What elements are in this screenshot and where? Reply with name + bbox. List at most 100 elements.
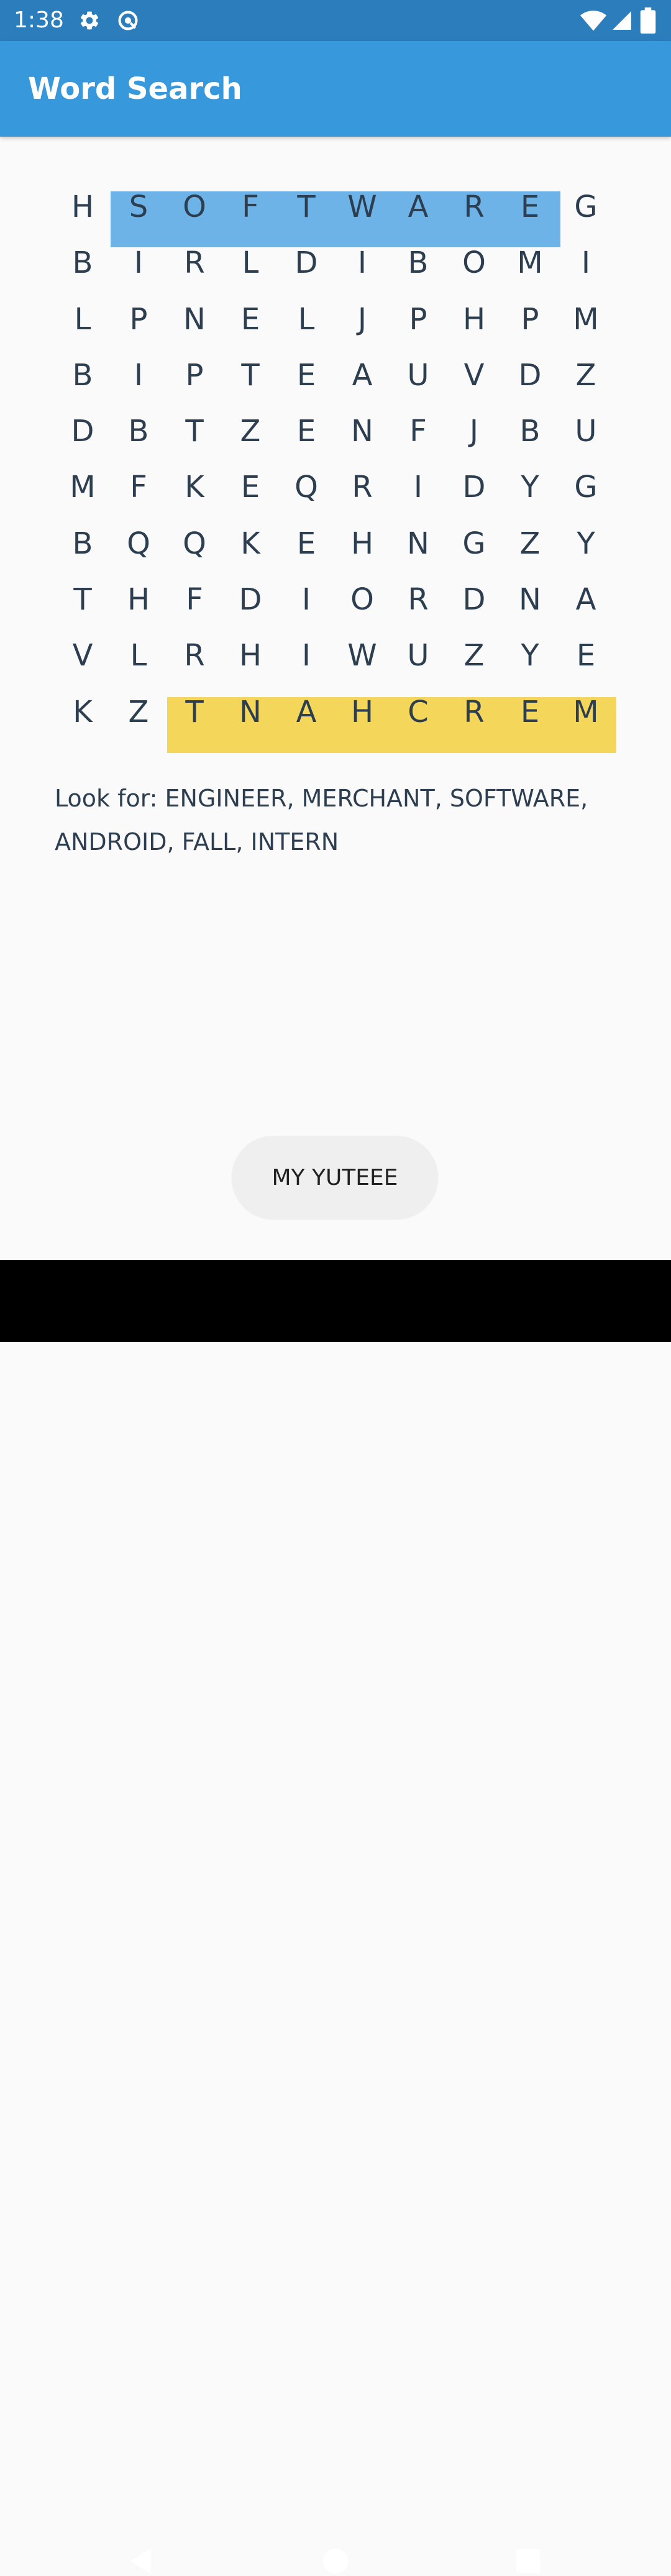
grid-cell[interactable]: T [222,347,278,403]
grid-cell[interactable]: Y [558,516,614,572]
grid-cell[interactable]: R [334,459,390,515]
grid-cell[interactable]: D [446,459,502,515]
grid-cell[interactable]: A [278,684,334,740]
grid-cell[interactable]: B [55,516,111,572]
grid-cell[interactable]: F [167,572,222,628]
grid-cell[interactable]: I [334,235,390,291]
grid-cell[interactable]: E [222,459,278,515]
grid-cell[interactable]: D [222,572,278,628]
grid-cell[interactable]: B [390,235,446,291]
grid-cell[interactable]: B [502,403,558,459]
grid-cell[interactable]: M [55,459,111,515]
grid-cell[interactable]: H [446,291,502,347]
grid-cell[interactable]: Z [222,403,278,459]
grid-cell[interactable]: Y [502,459,558,515]
grid-cell[interactable]: I [278,572,334,628]
grid-cell[interactable]: H [55,179,111,235]
grid-cell[interactable]: N [334,403,390,459]
grid-cell[interactable]: F [111,459,167,515]
grid-cell[interactable]: D [55,403,111,459]
grid-cell[interactable]: H [111,572,167,628]
home-icon[interactable] [322,2547,349,2575]
grid-cell[interactable]: U [390,347,446,403]
grid-cell[interactable]: Q [167,516,222,572]
grid-cell[interactable]: H [334,516,390,572]
grid-cell[interactable]: T [278,179,334,235]
grid-cell[interactable]: T [167,403,222,459]
grid-cell[interactable]: Z [502,516,558,572]
grid-cell[interactable]: M [502,235,558,291]
grid-cell[interactable]: F [222,179,278,235]
grid-cell[interactable]: H [334,684,390,740]
grid-cell[interactable]: I [558,235,614,291]
grid-cell[interactable]: Z [446,628,502,683]
grid-cell[interactable]: I [111,235,167,291]
grid-cell[interactable]: L [55,291,111,347]
grid-cell[interactable]: F [390,403,446,459]
grid-cell[interactable]: A [558,572,614,628]
grid-cell[interactable]: R [167,628,222,683]
grid-cell[interactable]: E [502,684,558,740]
grid-cell[interactable]: N [502,572,558,628]
grid-cell[interactable]: D [278,235,334,291]
grid-cell[interactable]: M [558,291,614,347]
grid-cell[interactable]: B [111,403,167,459]
grid-cell[interactable]: I [111,347,167,403]
grid-cell[interactable]: P [111,291,167,347]
grid-cell[interactable]: N [167,291,222,347]
grid-cell[interactable]: G [446,516,502,572]
grid-cell[interactable]: O [446,235,502,291]
grid-cell[interactable]: K [222,516,278,572]
grid-cell[interactable]: E [502,179,558,235]
grid-cell[interactable]: B [55,347,111,403]
grid-cell[interactable]: D [502,347,558,403]
grid-cell[interactable]: W [334,628,390,683]
grid-cell[interactable]: D [446,572,502,628]
grid-cell[interactable]: E [222,291,278,347]
grid-cell[interactable]: P [390,291,446,347]
grid-cell[interactable]: C [390,684,446,740]
grid-cell[interactable]: R [390,572,446,628]
grid-cell[interactable]: R [167,235,222,291]
grid-cell[interactable]: Z [558,347,614,403]
grid-cell[interactable]: H [222,628,278,683]
grid-cell[interactable]: J [334,291,390,347]
grid-cell[interactable]: K [55,684,111,740]
grid-cell[interactable]: A [334,347,390,403]
grid-cell[interactable]: O [334,572,390,628]
grid-cell[interactable]: I [278,628,334,683]
grid-cell[interactable]: B [55,235,111,291]
recents-icon[interactable] [515,2548,541,2574]
grid-cell[interactable]: T [55,572,111,628]
grid-cell[interactable]: A [390,179,446,235]
grid-cell[interactable]: M [558,684,614,740]
grid-cell[interactable]: V [446,347,502,403]
grid-cell[interactable]: I [390,459,446,515]
grid-cell[interactable]: L [278,291,334,347]
grid-cell[interactable]: R [446,179,502,235]
grid-cell[interactable]: E [278,347,334,403]
grid-cell[interactable]: E [278,516,334,572]
grid-cell[interactable]: N [390,516,446,572]
my-yuteee-button[interactable]: MY YUTEEE [232,1136,438,1219]
grid-cell[interactable]: P [502,291,558,347]
back-icon[interactable] [127,2546,154,2576]
grid-cell[interactable]: P [167,347,222,403]
grid-cell[interactable]: L [222,235,278,291]
grid-cell[interactable]: Q [111,516,167,572]
grid-cell[interactable]: K [167,459,222,515]
grid-cell[interactable]: W [334,179,390,235]
grid-cell[interactable]: T [167,684,222,740]
grid-cell[interactable]: N [222,684,278,740]
grid-cell[interactable]: G [558,179,614,235]
grid-cell[interactable]: V [55,628,111,683]
grid-cell[interactable]: E [558,628,614,683]
grid-cell[interactable]: O [167,179,222,235]
grid-cell[interactable]: U [390,628,446,683]
grid-cell[interactable]: Z [111,684,167,740]
grid-cell[interactable]: G [558,459,614,515]
grid-cell[interactable]: R [446,684,502,740]
grid-cell[interactable]: U [558,403,614,459]
grid-cell[interactable]: Y [502,628,558,683]
grid-cell[interactable]: Q [278,459,334,515]
